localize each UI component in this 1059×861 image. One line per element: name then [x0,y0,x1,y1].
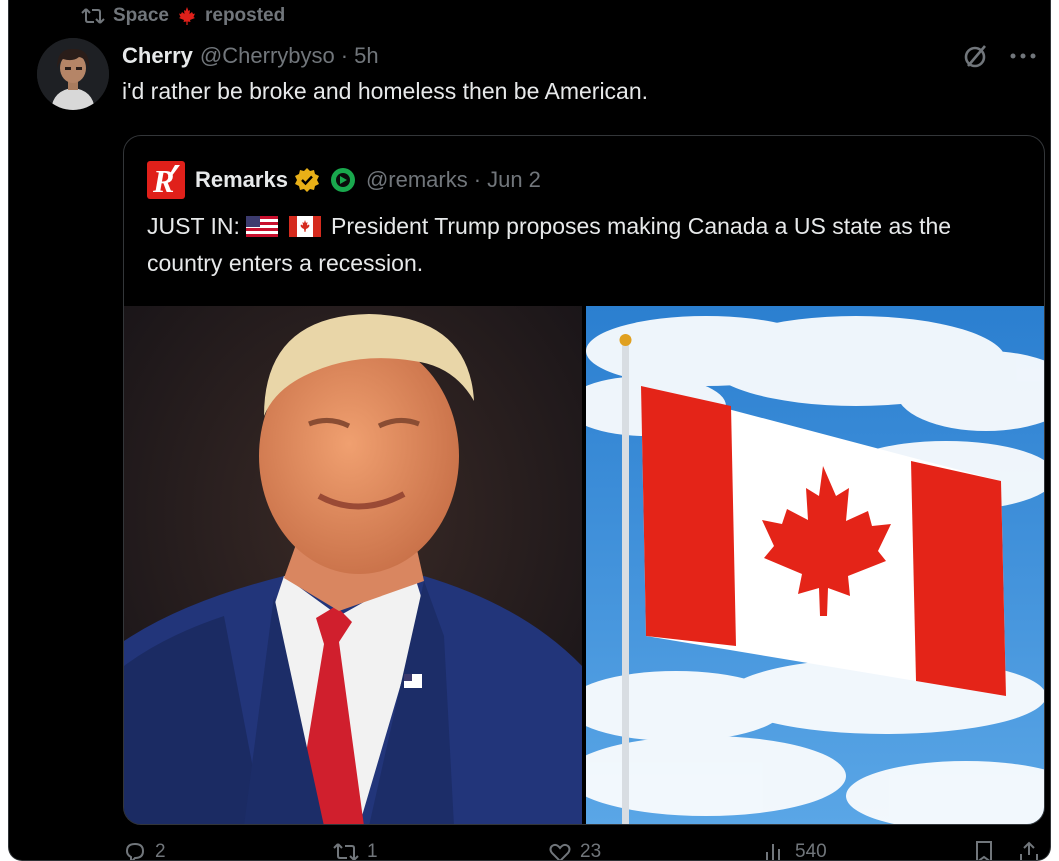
quote-media [124,306,1044,824]
separator-dot: · [340,43,349,68]
verified-gold-badge-icon [294,168,319,192]
views-icon [766,844,780,860]
repost-icon [333,843,359,860]
repost-icon [81,8,105,24]
svg-text:R: R [152,163,174,199]
like-icon [549,843,571,860]
like-count: 23 [580,841,602,861]
avatar[interactable] [37,38,109,110]
action-bar: 2 1 23 540 [123,840,1045,861]
quote-text: JUST IN: President Trump proposes making… [147,208,1027,282]
share-button[interactable] [1018,840,1040,860]
portrait-image [124,306,582,824]
share-icon [1020,841,1038,860]
media-image-left[interactable] [124,306,582,824]
quoted-tweet[interactable]: R Remarks @remarks · Jun 2 JUST IN: Pres… [123,135,1045,825]
quote-time[interactable]: Jun 2 [487,167,541,193]
retweet-button[interactable]: 1 [333,840,378,861]
quote-author-handle[interactable]: @remarks [366,167,468,193]
post-header: Cherry @Cherrybyso · 5h [122,40,379,72]
quote-author-name[interactable]: Remarks [195,167,288,193]
media-image-right[interactable] [586,306,1044,824]
author-handle[interactable]: @Cherrybyso [200,43,335,69]
bookmark-icon [976,841,992,860]
like-button[interactable]: 23 [548,840,602,861]
author-name[interactable]: Cherry [122,43,193,69]
repost-user[interactable]: Space [113,5,169,27]
repost-count: 1 [367,841,378,861]
affiliate-badge-icon [330,168,355,192]
tweet-card[interactable]: Space reposted Cherry @Cherrybyso · 5h i… [8,0,1051,861]
grok-button[interactable] [962,42,990,70]
remarks-logo-icon[interactable]: R [147,161,185,199]
post-time[interactable]: 5h [354,43,378,69]
quote-header: R Remarks @remarks · Jun 2 [147,161,541,199]
reply-count: 2 [155,841,166,861]
bookmark-button[interactable] [973,840,995,860]
views-count: 540 [795,841,827,861]
more-options-button[interactable] [1010,52,1036,60]
canada-flag-image [586,306,1044,824]
more-icon [1010,53,1036,59]
grok-icon [964,45,986,68]
repost-label: reposted [204,5,286,26]
avatar-image [37,38,109,110]
quote-separator-dot: · [473,167,482,192]
post-text: i'd rather be broke and homeless then be… [122,78,649,104]
quote-text-prefix: JUST IN: [147,213,240,239]
reply-icon [125,842,145,860]
reply-button[interactable]: 2 [123,840,166,861]
views-button[interactable]: 540 [763,840,827,861]
canada-flag-icon [288,216,321,237]
maple-leaf-icon [178,7,195,25]
repost-context[interactable]: Space reposted [81,4,285,28]
us-flag-icon [246,216,279,237]
